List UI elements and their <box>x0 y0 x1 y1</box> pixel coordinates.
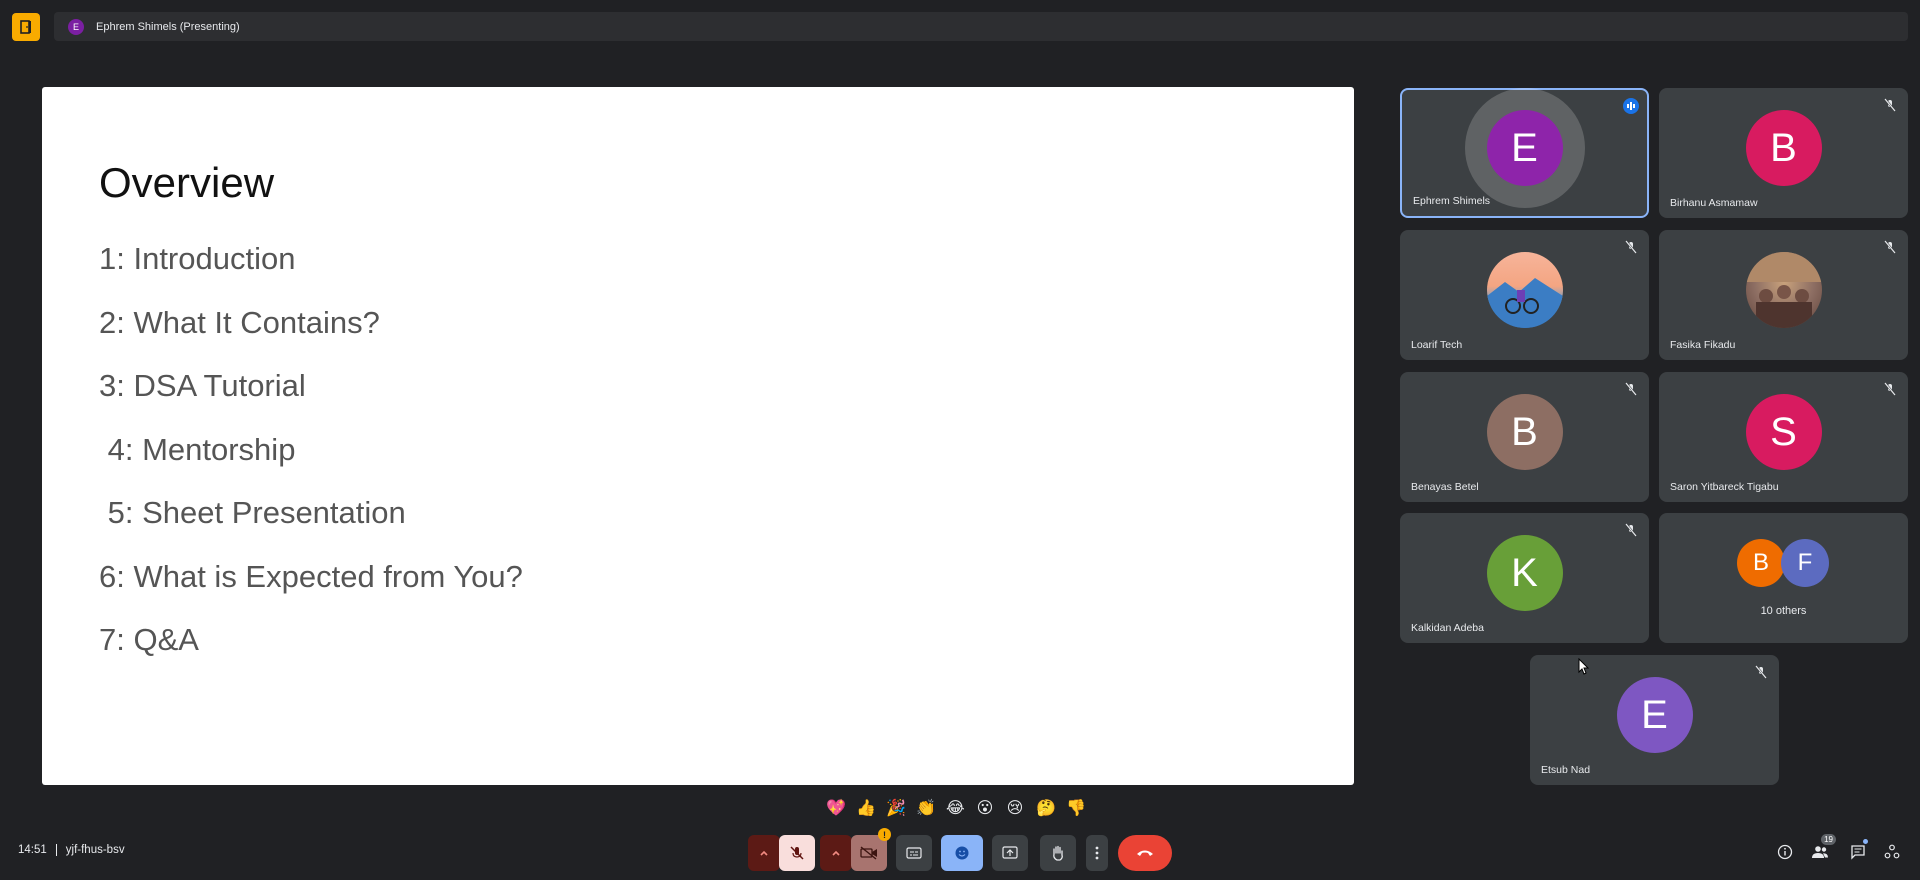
activities-icon <box>1884 844 1900 859</box>
avatar: K <box>1486 535 1563 611</box>
participant-name: Ephrem Shimels <box>1413 195 1491 207</box>
microphone-button[interactable] <box>779 835 815 871</box>
reaction-sad[interactable]: 😢 <box>1006 798 1024 818</box>
presenter-bar[interactable]: E Ephrem Shimels (Presenting) <box>54 12 1908 41</box>
chat-icon <box>1851 845 1865 860</box>
mic-off-icon <box>1884 98 1896 112</box>
people-button[interactable]: 19 <box>1810 834 1836 862</box>
emoji-button[interactable] <box>941 835 983 871</box>
chat-notification-dot <box>1863 839 1868 844</box>
present-screen-icon <box>1002 846 1018 859</box>
participant-tile[interactable]: E Ephrem Shimels <box>1400 88 1649 218</box>
participant-tile[interactable]: B Benayas Betel <box>1400 372 1649 502</box>
present-button[interactable] <box>992 835 1028 871</box>
avatar: F <box>1781 539 1829 587</box>
chat-button[interactable] <box>1848 839 1868 862</box>
reactions-bar: 💖 👍 🎉 👏 😂 😮 😢 🤔 👎 <box>826 798 1086 818</box>
more-vert-icon <box>1095 846 1099 860</box>
video-options-button[interactable] <box>820 835 852 871</box>
meeting-info: 14:51 yjf-fhus-bsv <box>18 844 125 856</box>
mic-off-icon <box>1884 382 1896 396</box>
hand-icon <box>1053 845 1063 861</box>
avatar: E <box>1486 110 1563 186</box>
participant-name: Etsub Nad <box>1541 764 1591 776</box>
avatar: B <box>1737 539 1785 587</box>
speaking-indicator-icon <box>1623 98 1639 114</box>
presenter-label: Ephrem Shimels (Presenting) <box>96 20 240 33</box>
reaction-thumbs-up[interactable]: 👍 <box>856 798 876 818</box>
captions-icon <box>906 847 922 859</box>
others-label: 10 others <box>1760 605 1807 617</box>
slide-item: 2: What It Contains? <box>99 304 380 340</box>
camera-off-icon <box>860 846 877 860</box>
avatar: E <box>1616 677 1693 753</box>
reaction-clap[interactable]: 👏 <box>916 798 936 818</box>
door-icon <box>20 20 31 34</box>
mic-off-icon <box>1884 240 1896 254</box>
mouse-cursor-icon <box>1578 658 1590 675</box>
participant-tile[interactable]: B Birhanu Asmamaw <box>1659 88 1908 218</box>
hang-up-icon <box>1137 850 1153 856</box>
divider <box>55 844 57 856</box>
info-icon <box>1777 844 1793 860</box>
group-photo <box>1745 252 1822 328</box>
camera-button[interactable]: ! <box>851 828 891 871</box>
mic-off-icon <box>1625 240 1637 254</box>
others-tile[interactable]: B F 10 others <box>1659 513 1908 643</box>
slide-title: Overview <box>99 159 275 206</box>
slide-item: 3: DSA Tutorial <box>99 368 306 403</box>
reaction-laugh[interactable]: 😂 <box>946 798 965 818</box>
participant-tile[interactable]: Fasika Fikadu <box>1659 230 1908 360</box>
avatar: B <box>1745 110 1822 186</box>
participant-tile[interactable]: S Saron Yitbareck Tigabu <box>1659 372 1908 502</box>
participant-name: Benayas Betel <box>1411 481 1479 493</box>
participant-name: Birhanu Asmamaw <box>1670 197 1758 209</box>
mic-off-icon <box>790 846 804 860</box>
chevron-up-icon <box>832 850 840 856</box>
slide-item: 5: Sheet Presentation <box>99 495 406 530</box>
more-options-button[interactable] <box>1086 835 1108 871</box>
slide-item: 1: Introduction <box>99 241 296 276</box>
participant-name: Saron Yitbareck Tigabu <box>1670 481 1779 493</box>
reaction-heart[interactable]: 💖 <box>826 798 846 818</box>
warning-badge-icon: ! <box>878 828 891 841</box>
activities-button[interactable] <box>1882 842 1902 862</box>
participant-tile[interactable]: Loarif Tech <box>1400 230 1649 360</box>
avatar: S <box>1745 394 1822 470</box>
presentation-slide: Overview 1: Introduction 2: What It Cont… <box>42 87 1354 785</box>
people-icon <box>1812 846 1828 858</box>
participant-name: Kalkidan Adeba <box>1411 622 1484 634</box>
participant-name: Fasika Fikadu <box>1670 339 1736 351</box>
participant-tile[interactable]: K Kalkidan Adeba <box>1400 513 1649 643</box>
reaction-thinking[interactable]: 🤔 <box>1036 798 1056 818</box>
presenter-avatar: E <box>68 18 84 35</box>
mic-off-icon <box>1625 523 1637 537</box>
mic-off-icon <box>1755 665 1767 679</box>
reaction-surprised[interactable]: 😮 <box>976 798 994 818</box>
people-count-badge: 19 <box>1821 834 1836 845</box>
captions-button[interactable] <box>896 835 932 871</box>
audio-options-button[interactable] <box>748 835 780 871</box>
slide-item: 6: What is Expected from You? <box>99 558 523 594</box>
raise-hand-button[interactable] <box>1040 835 1076 871</box>
participant-name: Loarif Tech <box>1411 339 1463 351</box>
emoji-icon <box>955 846 969 860</box>
leave-call-button[interactable] <box>1118 835 1172 871</box>
reaction-thumbs-down[interactable]: 👎 <box>1066 798 1086 818</box>
participant-tile[interactable]: E Etsub Nad <box>1530 655 1779 785</box>
slide-item: 7: Q&A <box>99 622 199 657</box>
meeting-details-button[interactable] <box>1775 842 1795 862</box>
slide-item: 4: Mentorship <box>99 431 296 467</box>
cyclists-photo <box>1486 252 1563 328</box>
meeting-code: yjf-fhus-bsv <box>65 844 125 856</box>
meet-app-icon[interactable] <box>12 13 40 41</box>
chevron-up-icon <box>760 850 768 856</box>
meeting-time: 14:51 <box>18 844 47 856</box>
avatar: B <box>1486 394 1563 470</box>
mic-off-icon <box>1625 382 1637 396</box>
reaction-party[interactable]: 🎉 <box>886 798 906 818</box>
